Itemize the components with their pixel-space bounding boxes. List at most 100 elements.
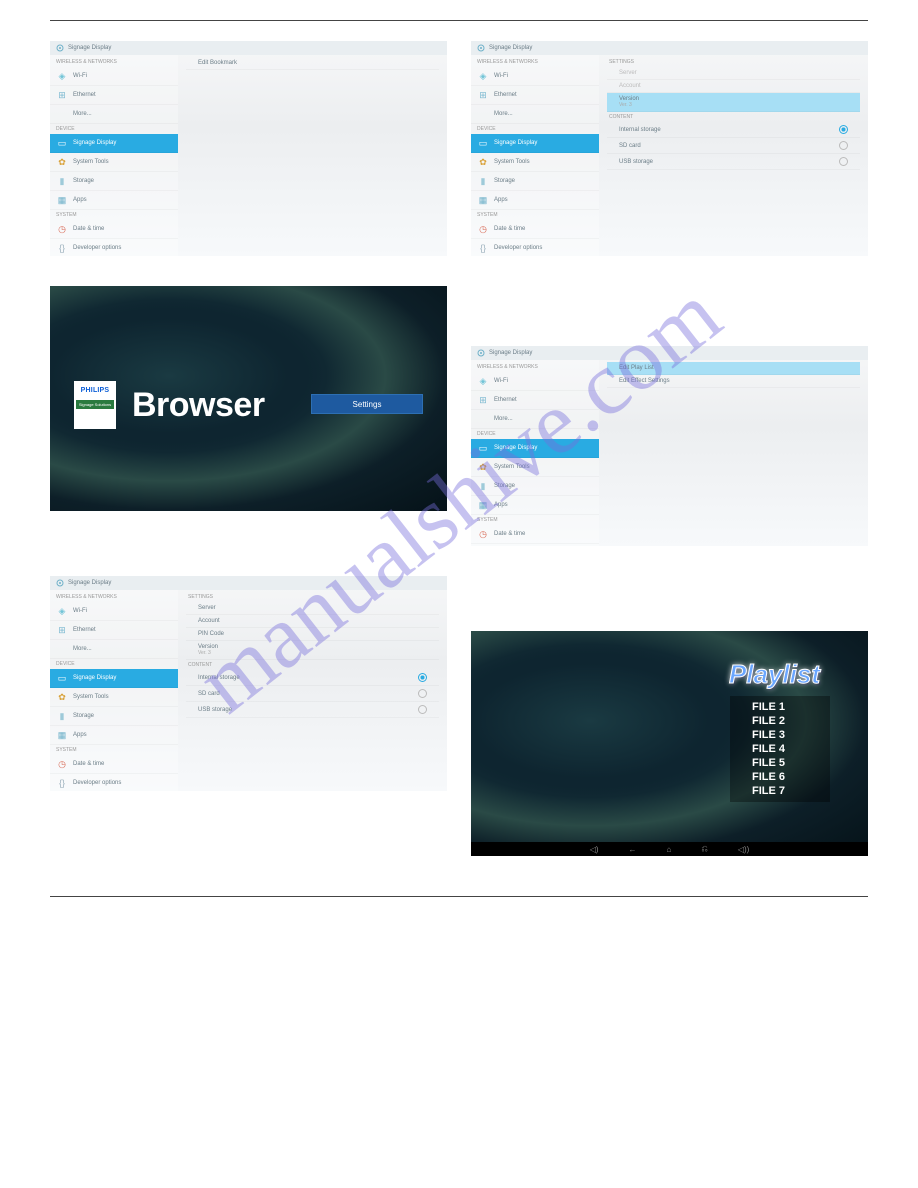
- section-device: DEVICE: [471, 429, 599, 439]
- tools-icon: ✿: [477, 156, 489, 168]
- main-item-sd[interactable]: SD card: [607, 138, 860, 154]
- settings-sidebar: WIRELESS & NETWORKS ◈Wi-Fi ⊞Ethernet Mor…: [471, 360, 599, 546]
- main-item-internal[interactable]: Internal storage: [186, 670, 439, 686]
- sidebar-item-tools[interactable]: ✿System Tools: [50, 153, 178, 172]
- home-icon[interactable]: ⌂: [667, 845, 672, 854]
- main-item-usb[interactable]: USB storage: [186, 702, 439, 718]
- apps-icon: ▦: [477, 194, 489, 206]
- clock-icon: ◷: [56, 758, 68, 770]
- sidebar-item-more[interactable]: More...: [471, 410, 599, 429]
- screenshot-settings-bookmark: Signage Display WIRELESS & NETWORKS ◈Wi-…: [50, 41, 447, 256]
- sidebar-item-storage[interactable]: ▮Storage: [471, 172, 599, 191]
- main-item-version[interactable]: VersionVer. 3: [186, 641, 439, 660]
- sidebar-item-storage[interactable]: ▮Storage: [50, 707, 178, 726]
- sidebar-item-more[interactable]: More...: [50, 105, 178, 124]
- main-item-edit-playlist[interactable]: Edit Play List: [607, 362, 860, 375]
- main-item-bookmark[interactable]: Edit Bookmark: [186, 57, 439, 70]
- settings-sidebar: WIRELESS & NETWORKS ◈Wi-Fi ⊞Ethernet Mor…: [471, 55, 599, 256]
- radio-icon[interactable]: [839, 157, 848, 166]
- sidebar-item-date[interactable]: ◷Date & time: [50, 220, 178, 239]
- clock-icon: ◷: [477, 528, 489, 540]
- sidebar-item-wifi[interactable]: ◈Wi-Fi: [471, 372, 599, 391]
- sidebar-item-dev[interactable]: {}Developer options: [50, 239, 178, 256]
- gear-icon: [477, 349, 485, 357]
- settings-button[interactable]: Settings: [311, 394, 423, 414]
- settings-main: Edit Bookmark: [178, 55, 447, 256]
- radio-icon[interactable]: [839, 125, 848, 134]
- playlist-item[interactable]: FILE 3: [730, 728, 830, 742]
- main-item-usb[interactable]: USB storage: [607, 154, 860, 170]
- sidebar-item-storage[interactable]: ▮Storage: [471, 477, 599, 496]
- recent-icon[interactable]: ⎌: [701, 844, 707, 854]
- sidebar-item-dev[interactable]: {}Developer options: [471, 239, 599, 256]
- screenshot-browser: PHILIPS Signage Solutions Browser Settin…: [50, 286, 447, 511]
- sidebar-item-date[interactable]: ◷Date & time: [471, 525, 599, 544]
- main-item-version[interactable]: VersionVer. 3: [607, 93, 860, 112]
- main-item-internal[interactable]: Internal storage: [607, 122, 860, 138]
- main-item-pin[interactable]: PIN Code: [186, 628, 439, 641]
- main-item-edit-effect[interactable]: Edit Effect Settings: [607, 375, 860, 388]
- sidebar-item-storage[interactable]: ▮Storage: [50, 172, 178, 191]
- playlist-item[interactable]: FILE 2: [730, 714, 830, 728]
- sidebar-item-date[interactable]: ◷Date & time: [50, 755, 178, 774]
- sidebar-item-ethernet[interactable]: ⊞Ethernet: [50, 86, 178, 105]
- screenshot-settings-pin: Signage Display WIRELESS & NETWORKS ◈Wi-…: [50, 576, 447, 791]
- sidebar-item-signage[interactable]: ▭Signage Display: [471, 134, 599, 153]
- sidebar-item-more[interactable]: More...: [50, 640, 178, 659]
- section-wireless: WIRELESS & NETWORKS: [471, 362, 599, 372]
- sidebar-item-signage[interactable]: ▭Signage Display: [50, 134, 178, 153]
- volume-down-icon[interactable]: ◁): [590, 845, 599, 854]
- sidebar-item-wifi[interactable]: ◈Wi-Fi: [50, 67, 178, 86]
- developer-icon: {}: [56, 242, 68, 254]
- playlist-item[interactable]: FILE 4: [730, 742, 830, 756]
- section-device: DEVICE: [50, 124, 178, 134]
- sidebar-item-apps[interactable]: ▦Apps: [50, 191, 178, 210]
- radio-icon[interactable]: [839, 141, 848, 150]
- main-item-sd[interactable]: SD card: [186, 686, 439, 702]
- sidebar-item-wifi[interactable]: ◈Wi-Fi: [50, 602, 178, 621]
- sidebar-item-signage[interactable]: ▭Signage Display: [471, 439, 599, 458]
- sidebar-item-apps[interactable]: ▦Apps: [471, 191, 599, 210]
- sidebar-item-ethernet[interactable]: ⊞Ethernet: [50, 621, 178, 640]
- playlist-item[interactable]: FILE 6: [730, 770, 830, 784]
- main-item-server[interactable]: Server: [186, 602, 439, 615]
- sidebar-item-dev[interactable]: {}Developer options: [471, 544, 599, 546]
- sidebar-item-apps[interactable]: ▦Apps: [50, 726, 178, 745]
- wifi-icon: ◈: [477, 70, 489, 82]
- radio-icon[interactable]: [418, 689, 427, 698]
- tools-icon: ✿: [56, 156, 68, 168]
- ethernet-icon: ⊞: [477, 394, 489, 406]
- sidebar-item-dev[interactable]: {}Developer options: [50, 774, 178, 791]
- sidebar-item-tools[interactable]: ✿System Tools: [50, 688, 178, 707]
- screenshot-settings-smartcms: Signage Display WIRELESS & NETWORKS ◈Wi-…: [471, 41, 868, 256]
- browser-title: Browser: [132, 386, 265, 425]
- section-wireless: WIRELESS & NETWORKS: [50, 592, 178, 602]
- section-device: DEVICE: [50, 659, 178, 669]
- settings-main: SETTINGS Server Account VersionVer. 3 CO…: [599, 55, 868, 256]
- radio-icon[interactable]: [418, 673, 427, 682]
- sidebar-item-ethernet[interactable]: ⊞Ethernet: [471, 391, 599, 410]
- sidebar-item-tools[interactable]: ✿System Tools: [471, 458, 599, 477]
- gear-icon: [477, 44, 485, 52]
- header-title: Signage Display: [489, 45, 532, 51]
- playlist-box: FILE 1 FILE 2 FILE 3 FILE 4 FILE 5 FILE …: [730, 696, 830, 802]
- tools-icon: ✿: [56, 691, 68, 703]
- playlist-item[interactable]: FILE 7: [730, 784, 830, 798]
- main-item-account[interactable]: Account: [186, 615, 439, 628]
- sidebar-item-tools[interactable]: ✿System Tools: [471, 153, 599, 172]
- back-icon[interactable]: ←: [629, 845, 637, 854]
- sidebar-item-wifi[interactable]: ◈Wi-Fi: [471, 67, 599, 86]
- volume-up-icon[interactable]: ◁)): [738, 845, 749, 854]
- sidebar-item-signage[interactable]: ▭Signage Display: [50, 669, 178, 688]
- playlist-item[interactable]: FILE 5: [730, 756, 830, 770]
- philips-logo: PHILIPS Signage Solutions: [74, 381, 116, 429]
- ethernet-icon: ⊞: [56, 624, 68, 636]
- settings-main: Edit Play List Edit Effect Settings: [599, 360, 868, 546]
- sidebar-item-apps[interactable]: ▦Apps: [471, 496, 599, 515]
- sidebar-item-more[interactable]: More...: [471, 105, 599, 124]
- sidebar-item-ethernet[interactable]: ⊞Ethernet: [471, 86, 599, 105]
- sidebar-item-date[interactable]: ◷Date & time: [471, 220, 599, 239]
- playlist-item[interactable]: FILE 1: [730, 700, 830, 714]
- android-navbar: ◁) ← ⌂ ⎌ ◁)): [471, 842, 868, 856]
- radio-icon[interactable]: [418, 705, 427, 714]
